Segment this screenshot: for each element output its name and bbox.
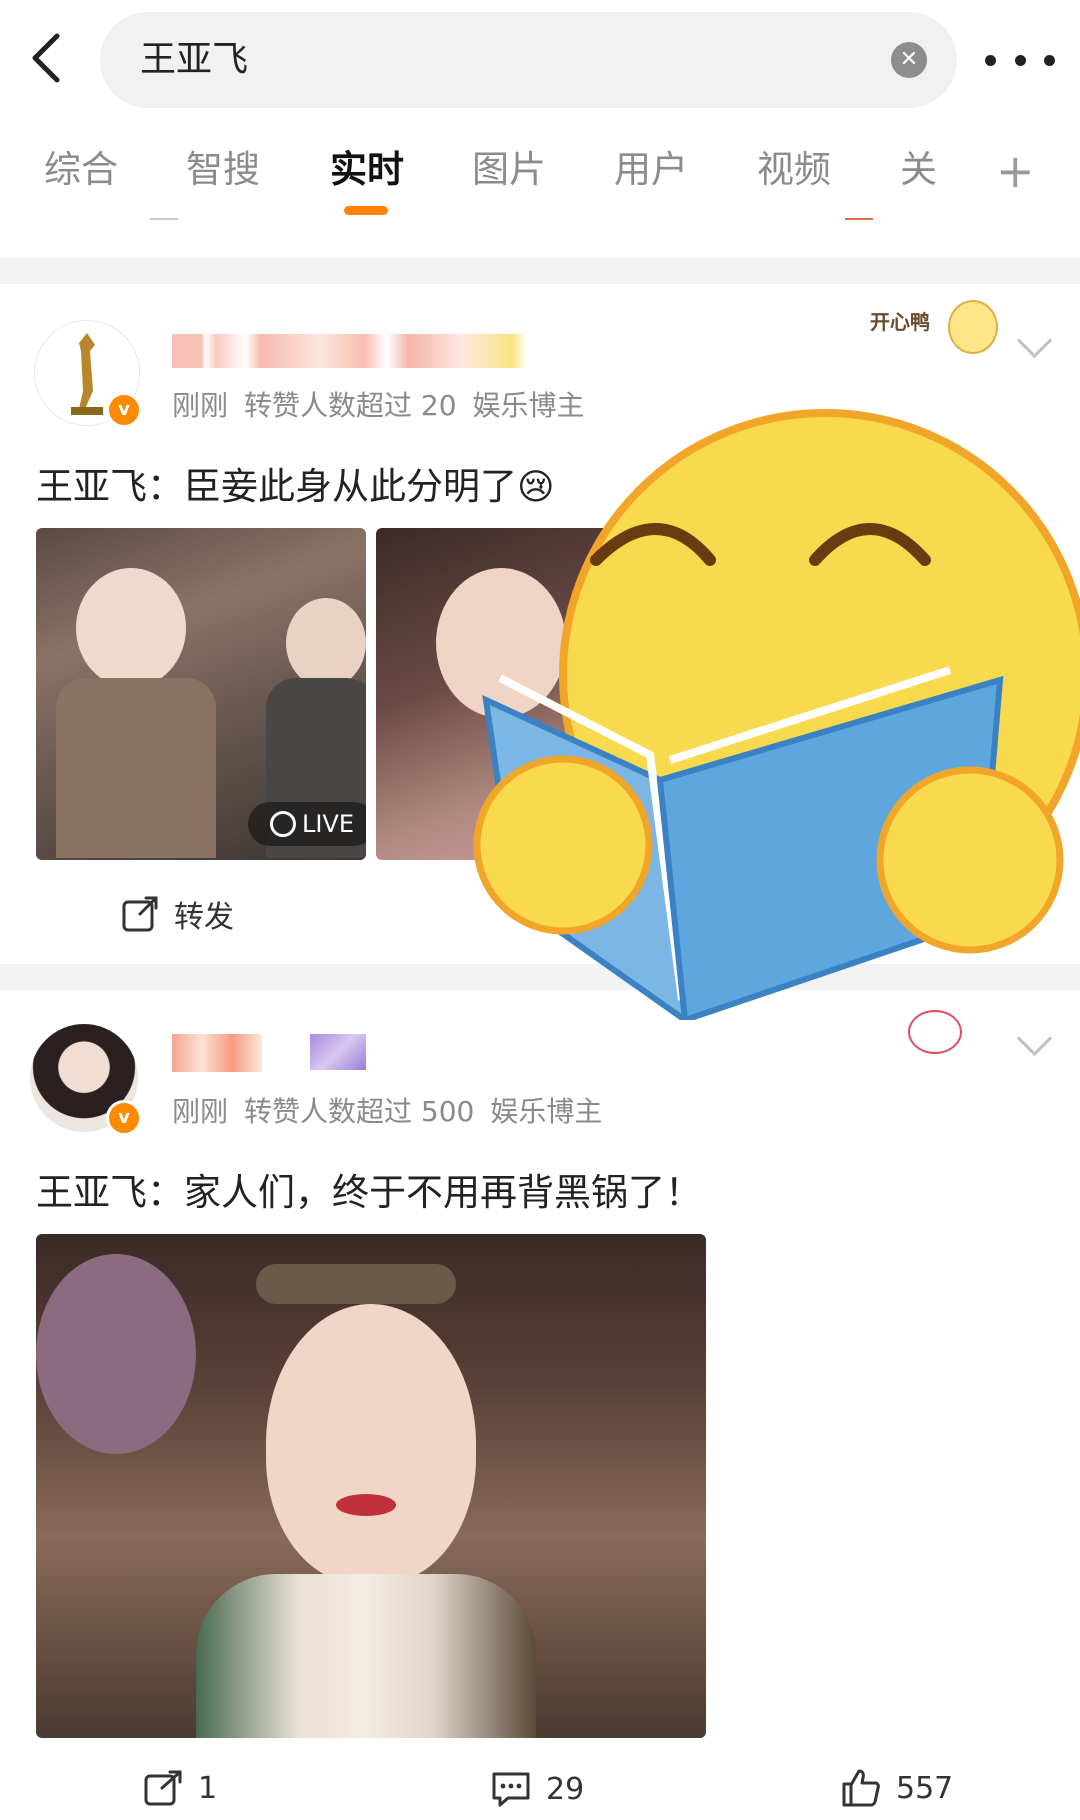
live-label: LIVE <box>301 810 355 838</box>
tab-comprehensive[interactable]: 综合 <box>44 140 118 200</box>
verified-badge: v <box>106 1100 142 1136</box>
search-query: 王亚飞 <box>140 39 249 80</box>
reading-emoji-sticker <box>460 400 1080 1027</box>
username-blurred[interactable] <box>172 1034 262 1072</box>
person-face <box>76 568 186 688</box>
duck-icon <box>948 300 998 354</box>
like-count: 557 <box>896 1770 954 1806</box>
person-face <box>286 598 366 688</box>
comment-count: 29 <box>546 1771 585 1807</box>
tab-images[interactable]: 图片 <box>472 140 546 200</box>
lips <box>336 1494 396 1516</box>
post-time: 刚刚 <box>172 1095 229 1128</box>
chevron-down-icon[interactable] <box>1016 322 1053 359</box>
search-input[interactable]: 王亚飞 ✕ <box>100 12 957 108</box>
post-card: v 刚刚 转赞人数超过 500 娱乐博主 王亚飞：家人们，终于不用再背黑锅了！ 1 … <box>0 990 1080 1820</box>
close-icon[interactable]: ✕ <box>891 42 927 78</box>
post-text: 王亚飞：家人们，终于不用再背黑锅了！ <box>36 1171 702 1214</box>
live-icon <box>269 811 296 837</box>
active-tab-indicator <box>344 206 388 215</box>
comment-button[interactable]: 29 <box>490 1770 584 1808</box>
tab-realtime[interactable]: 实时 <box>330 140 404 200</box>
username-blurred[interactable] <box>172 334 542 368</box>
post-time: 刚刚 <box>172 389 229 422</box>
add-tab-button[interactable]: + <box>996 146 1035 196</box>
reading-book-emoji-icon <box>473 409 1080 1027</box>
divider <box>845 218 873 220</box>
post-image[interactable] <box>36 1234 706 1738</box>
share-icon <box>144 1770 182 1806</box>
repost-label: 转发 <box>174 900 234 935</box>
hair-flower <box>36 1254 196 1454</box>
live-badge: LIVE <box>248 802 366 846</box>
verified-badge: v <box>106 392 142 428</box>
sticker-text: 开心鸭 <box>870 310 930 334</box>
more-options-button[interactable] <box>985 36 1055 84</box>
chevron-down-icon[interactable] <box>1016 1020 1053 1057</box>
comment-icon <box>492 1772 530 1807</box>
author-tag: 娱乐博主 <box>490 1095 603 1128</box>
repost-button[interactable]: 转发 <box>122 892 234 936</box>
chevron-left-icon <box>32 33 60 83</box>
tab-videos[interactable]: 视频 <box>757 140 831 200</box>
dot-icon <box>985 54 996 66</box>
user-badge-blurred <box>310 1034 366 1070</box>
thumbs-up-icon <box>842 1769 880 1807</box>
share-icon <box>122 896 158 932</box>
robe <box>196 1574 536 1738</box>
repost-button[interactable]: 1 <box>144 1770 217 1806</box>
post-stats: 转赞人数超过 20 <box>244 389 457 422</box>
post-stats: 转赞人数超过 500 <box>244 1095 475 1128</box>
repost-count: 1 <box>198 1770 218 1806</box>
sticker-happy-duck: 开心鸭 <box>870 294 1010 368</box>
tab-bar: 综合 智搜 实时 图片 用户 视频 关注 <box>0 140 1080 220</box>
person-face <box>266 1304 476 1584</box>
divider <box>150 218 178 220</box>
dot-icon <box>1014 54 1026 66</box>
tab-smart-search[interactable]: 智搜 <box>186 140 260 200</box>
back-button[interactable] <box>18 22 74 94</box>
headdress <box>256 1264 456 1304</box>
tab-following[interactable]: 关注 <box>900 140 950 200</box>
section-gap <box>0 258 1080 284</box>
tab-users[interactable]: 用户 <box>614 140 688 200</box>
post-meta: 刚刚 转赞人数超过 500 娱乐博主 <box>172 1090 618 1130</box>
person-coat <box>56 678 216 858</box>
tab-fade <box>946 140 990 210</box>
post-image-live[interactable]: LIVE <box>36 528 366 860</box>
dot-icon <box>1044 54 1055 66</box>
post-text-content: 王亚飞：臣妾此身从此分明了 <box>36 465 517 508</box>
like-button[interactable]: 557 <box>840 1768 953 1808</box>
